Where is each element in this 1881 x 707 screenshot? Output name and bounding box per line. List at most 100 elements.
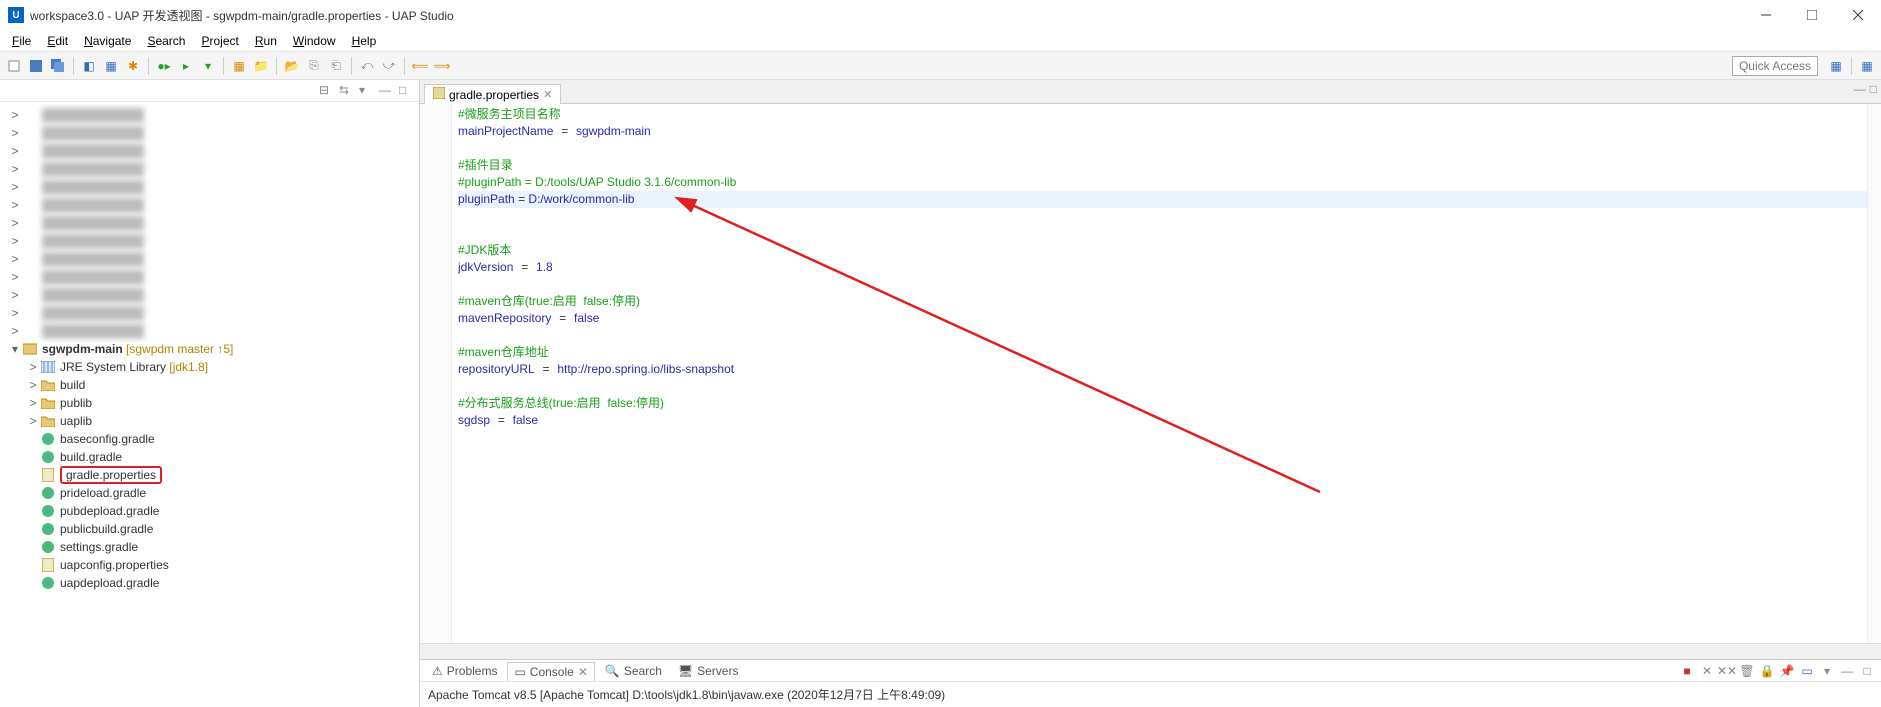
- tree-item-jre-system-library[interactable]: >JRE System Library [jdk1.8]: [0, 358, 419, 376]
- menu-item-search[interactable]: Search: [139, 32, 193, 50]
- editor-horizontal-scrollbar[interactable]: [420, 643, 1881, 659]
- editor-body[interactable]: #微服务主项目名称 mainProjectName = sgwpdm-main …: [420, 104, 1881, 643]
- bottom-tab-search[interactable]: 🔍Search: [599, 662, 668, 680]
- bottom-tab-bar: ⚠Problems▭Console ✕ 🔍Search🖥Servers ■ ✕ ✕…: [420, 660, 1881, 682]
- bottom-tab-servers[interactable]: 🖥Servers: [672, 662, 745, 680]
- forward-icon[interactable]: ⟹: [432, 56, 452, 76]
- project-explorer: ⊟ ⇆ ▾ — □ >████████████>████████████>███…: [0, 80, 420, 707]
- maximize-panel-icon[interactable]: □: [1859, 663, 1875, 679]
- problems-icon: ⚠: [432, 664, 443, 678]
- back-icon[interactable]: ⟸: [410, 56, 430, 76]
- tree-row-blurred: >████████████: [0, 160, 419, 178]
- save-all-icon[interactable]: [48, 56, 68, 76]
- perspective-icon[interactable]: ▦: [1857, 56, 1877, 76]
- tree-item-uaplib[interactable]: >uaplib: [0, 412, 419, 430]
- gradle-icon: [40, 503, 56, 519]
- menu-item-window[interactable]: Window: [285, 32, 344, 50]
- menu-item-run[interactable]: Run: [247, 32, 285, 50]
- maximize-editor-icon[interactable]: □: [1870, 82, 1877, 96]
- maximize-button[interactable]: [1789, 0, 1835, 30]
- clear-console-icon[interactable]: 🗑: [1739, 663, 1755, 679]
- gradle-icon: [40, 485, 56, 501]
- open-folder-icon[interactable]: 📂: [282, 56, 302, 76]
- main-toolbar: ◧ ▦ ✱ ●▸ ▸ ▾ ▦ 📁 📂 ⎘ ⎗ ⤺ ⤻ ⟸ ⟹ Quick Acc…: [0, 52, 1881, 80]
- perspective-icon[interactable]: ▦: [1826, 56, 1846, 76]
- debug-icon[interactable]: ▸: [176, 56, 196, 76]
- toolbar-icon[interactable]: ✱: [123, 56, 143, 76]
- overview-ruler: [1867, 104, 1881, 643]
- minimize-view-icon[interactable]: —: [379, 83, 395, 99]
- toolbar-icon[interactable]: ⤻: [379, 56, 399, 76]
- tree-item-build[interactable]: >build: [0, 376, 419, 394]
- console-output: Apache Tomcat v8.5 [Apache Tomcat] D:\to…: [420, 682, 1881, 707]
- folder-icon: [40, 413, 56, 429]
- toolbar-icon[interactable]: ◧: [79, 56, 99, 76]
- toolbar-icon[interactable]: ⎘: [304, 56, 324, 76]
- props-icon: [40, 557, 56, 573]
- tree-row-blurred: >████████████: [0, 286, 419, 304]
- toolbar-icon[interactable]: ▦: [229, 56, 249, 76]
- tree-row-blurred: >████████████: [0, 124, 419, 142]
- tree-item-settings-gradle[interactable]: settings.gradle: [0, 538, 419, 556]
- tree-item-build-gradle[interactable]: build.gradle: [0, 448, 419, 466]
- close-button[interactable]: [1835, 0, 1881, 30]
- tree-row-blurred: >████████████: [0, 214, 419, 232]
- app-icon: U: [8, 7, 24, 23]
- minimize-panel-icon[interactable]: —: [1839, 663, 1855, 679]
- quick-access-input[interactable]: Quick Access: [1732, 56, 1818, 76]
- menu-item-help[interactable]: Help: [344, 32, 385, 50]
- run-icon[interactable]: ●▸: [154, 56, 174, 76]
- project-tree[interactable]: >████████████>████████████>████████████>…: [0, 102, 419, 707]
- tree-item-publib[interactable]: >publib: [0, 394, 419, 412]
- gradle-icon: [40, 431, 56, 447]
- code-content[interactable]: #微服务主项目名称 mainProjectName = sgwpdm-main …: [452, 104, 1867, 643]
- maximize-view-icon[interactable]: □: [399, 83, 415, 99]
- display-selected-icon[interactable]: ▭: [1799, 663, 1815, 679]
- editor-tab-label: gradle.properties: [449, 88, 539, 102]
- remove-launch-icon[interactable]: ✕: [1699, 663, 1715, 679]
- minimize-button[interactable]: [1743, 0, 1789, 30]
- tree-row-blurred: >████████████: [0, 322, 419, 340]
- remove-all-icon[interactable]: ✕✕: [1719, 663, 1735, 679]
- tree-item-baseconfig-gradle[interactable]: baseconfig.gradle: [0, 430, 419, 448]
- tree-row-blurred: >████████████: [0, 196, 419, 214]
- tree-row-blurred: >████████████: [0, 268, 419, 286]
- minimize-editor-icon[interactable]: —: [1854, 82, 1866, 96]
- folder-icon: [40, 377, 56, 393]
- menu-item-file[interactable]: File: [4, 32, 39, 50]
- tree-item-uapconfig-properties[interactable]: uapconfig.properties: [0, 556, 419, 574]
- tree-row-blurred: >████████████: [0, 142, 419, 160]
- tree-item-gradle-properties[interactable]: gradle.properties: [0, 466, 419, 484]
- tree-row-blurred: >████████████: [0, 178, 419, 196]
- window-title: workspace3.0 - UAP 开发透视图 - sgwpdm-main/g…: [30, 7, 454, 24]
- toolbar-icon[interactable]: ⤺: [357, 56, 377, 76]
- scroll-lock-icon[interactable]: 🔒: [1759, 663, 1775, 679]
- tree-item-uapdepload-gradle[interactable]: uapdepload.gradle: [0, 574, 419, 592]
- editor-area: gradle.properties ✕ — □ #微服务主项目名称 mainPr…: [420, 80, 1881, 707]
- tree-item-pubdepload-gradle[interactable]: pubdepload.gradle: [0, 502, 419, 520]
- tree-row-blurred: >████████████: [0, 304, 419, 322]
- bottom-tab-console[interactable]: ▭Console ✕: [507, 662, 594, 681]
- save-icon[interactable]: [26, 56, 46, 76]
- open-console-icon[interactable]: ▾: [1819, 663, 1835, 679]
- view-menu-icon[interactable]: ▾: [359, 83, 375, 99]
- new-icon[interactable]: [4, 56, 24, 76]
- toolbar-icon[interactable]: 📁: [251, 56, 271, 76]
- tree-item-prideload-gradle[interactable]: prideload.gradle: [0, 484, 419, 502]
- folder-icon: [40, 395, 56, 411]
- terminate-icon[interactable]: ■: [1679, 663, 1695, 679]
- toolbar-icon[interactable]: ⎗: [326, 56, 346, 76]
- pin-console-icon[interactable]: 📌: [1779, 663, 1795, 679]
- tree-item-publicbuild-gradle[interactable]: publicbuild.gradle: [0, 520, 419, 538]
- run-dropdown-icon[interactable]: ▾: [198, 56, 218, 76]
- link-editor-icon[interactable]: ⇆: [339, 83, 355, 99]
- collapse-all-icon[interactable]: ⊟: [319, 83, 335, 99]
- menu-item-edit[interactable]: Edit: [39, 32, 76, 50]
- close-tab-icon[interactable]: ✕: [543, 88, 552, 101]
- menu-item-project[interactable]: Project: [193, 32, 246, 50]
- tree-project-root[interactable]: ▾sgwpdm-main [sgwpdm master ↑5]: [0, 340, 419, 358]
- toolbar-icon[interactable]: ▦: [101, 56, 121, 76]
- bottom-tab-problems[interactable]: ⚠Problems: [426, 662, 503, 680]
- editor-tab-gradle-properties[interactable]: gradle.properties ✕: [424, 84, 561, 104]
- menu-item-navigate[interactable]: Navigate: [76, 32, 139, 50]
